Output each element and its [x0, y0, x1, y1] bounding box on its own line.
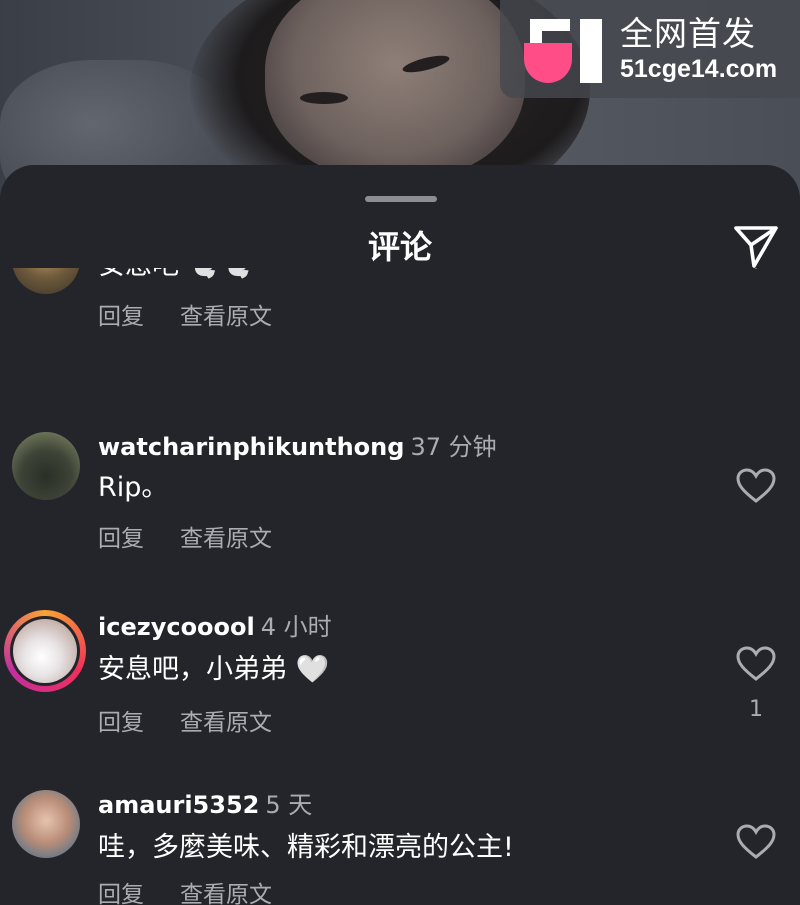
comments-sheet: 评论 安息吧 🕊️🕊️ 回复查看原文 watcharinphikunthong3… [0, 165, 800, 905]
photo-face [265, 0, 525, 180]
see-original-button[interactable]: 查看原文 [180, 708, 272, 738]
avatar [13, 619, 77, 683]
avatar[interactable] [12, 432, 80, 500]
comment-item: watcharinphikunthong 37 分钟 Rip。 回复 查看原文 [0, 432, 800, 562]
comment-username[interactable]: watcharinphikunthong [98, 433, 404, 461]
watermark-logo [522, 9, 614, 89]
comment-actions: 回复 查看原文 [98, 708, 272, 738]
reply-button[interactable]: 回复 [98, 302, 144, 332]
comment-time: 37 分钟 [410, 433, 497, 461]
watermark: 全网首发 51cge14.com [500, 0, 800, 98]
send-icon[interactable] [732, 222, 780, 270]
avatar[interactable] [12, 268, 80, 294]
comment-actions: 回复 查看原文 [98, 524, 272, 554]
heart-icon[interactable] [736, 468, 776, 504]
reply-button[interactable]: 回复 [98, 708, 144, 738]
avatar-story-ring[interactable] [4, 610, 86, 692]
comment-actions: 回复 查看原文 [98, 880, 272, 905]
comment-actions: 回复 查看原文 [98, 302, 272, 332]
reply-button[interactable]: 回复 [98, 880, 144, 905]
comment-username[interactable]: icezycooool [98, 613, 255, 641]
watermark-line1: 全网首发 [620, 14, 756, 53]
comment-text: 安息吧，小弟弟 🤍 [98, 654, 330, 685]
heart-icon[interactable] [736, 824, 776, 860]
comment-time: 5 天 [265, 791, 313, 819]
heart-icon[interactable] [736, 268, 776, 270]
comment-username[interactable]: amauri5352 [98, 791, 259, 819]
avatar[interactable] [12, 790, 80, 858]
see-original-button[interactable]: 查看原文 [180, 524, 272, 554]
comment-text: 哇，多麼美味、精彩和漂亮的公主! [98, 832, 514, 863]
comment-item: amauri5352 5 天 哇，多麼美味、精彩和漂亮的公主! 回复 查看原文 [0, 790, 800, 905]
photo-eye [300, 92, 348, 104]
reply-button[interactable]: 回复 [98, 524, 144, 554]
drag-handle[interactable] [365, 196, 437, 202]
comment-text: 安息吧 🕊️🕊️ [98, 268, 255, 284]
heart-icon[interactable] [736, 646, 776, 682]
comment-item: 安息吧 🕊️🕊️ 回复 查看原文 [0, 268, 800, 356]
watermark-line2: 51cge14.com [620, 55, 778, 83]
sheet-title: 评论 [367, 228, 432, 266]
comment-text: Rip。 [98, 472, 169, 503]
comment-time: 4 小时 [260, 613, 332, 641]
comment-item: icezycooool 4 小时 安息吧，小弟弟 🤍 回复 查看原文 1 [0, 610, 800, 740]
see-original-button[interactable]: 查看原文 [180, 302, 272, 332]
comment-list[interactable]: 安息吧 🕊️🕊️ 回复查看原文 watcharinphikunthong37 分… [0, 268, 800, 905]
like-count: 1 [749, 697, 763, 722]
see-original-button[interactable]: 查看原文 [180, 880, 272, 905]
